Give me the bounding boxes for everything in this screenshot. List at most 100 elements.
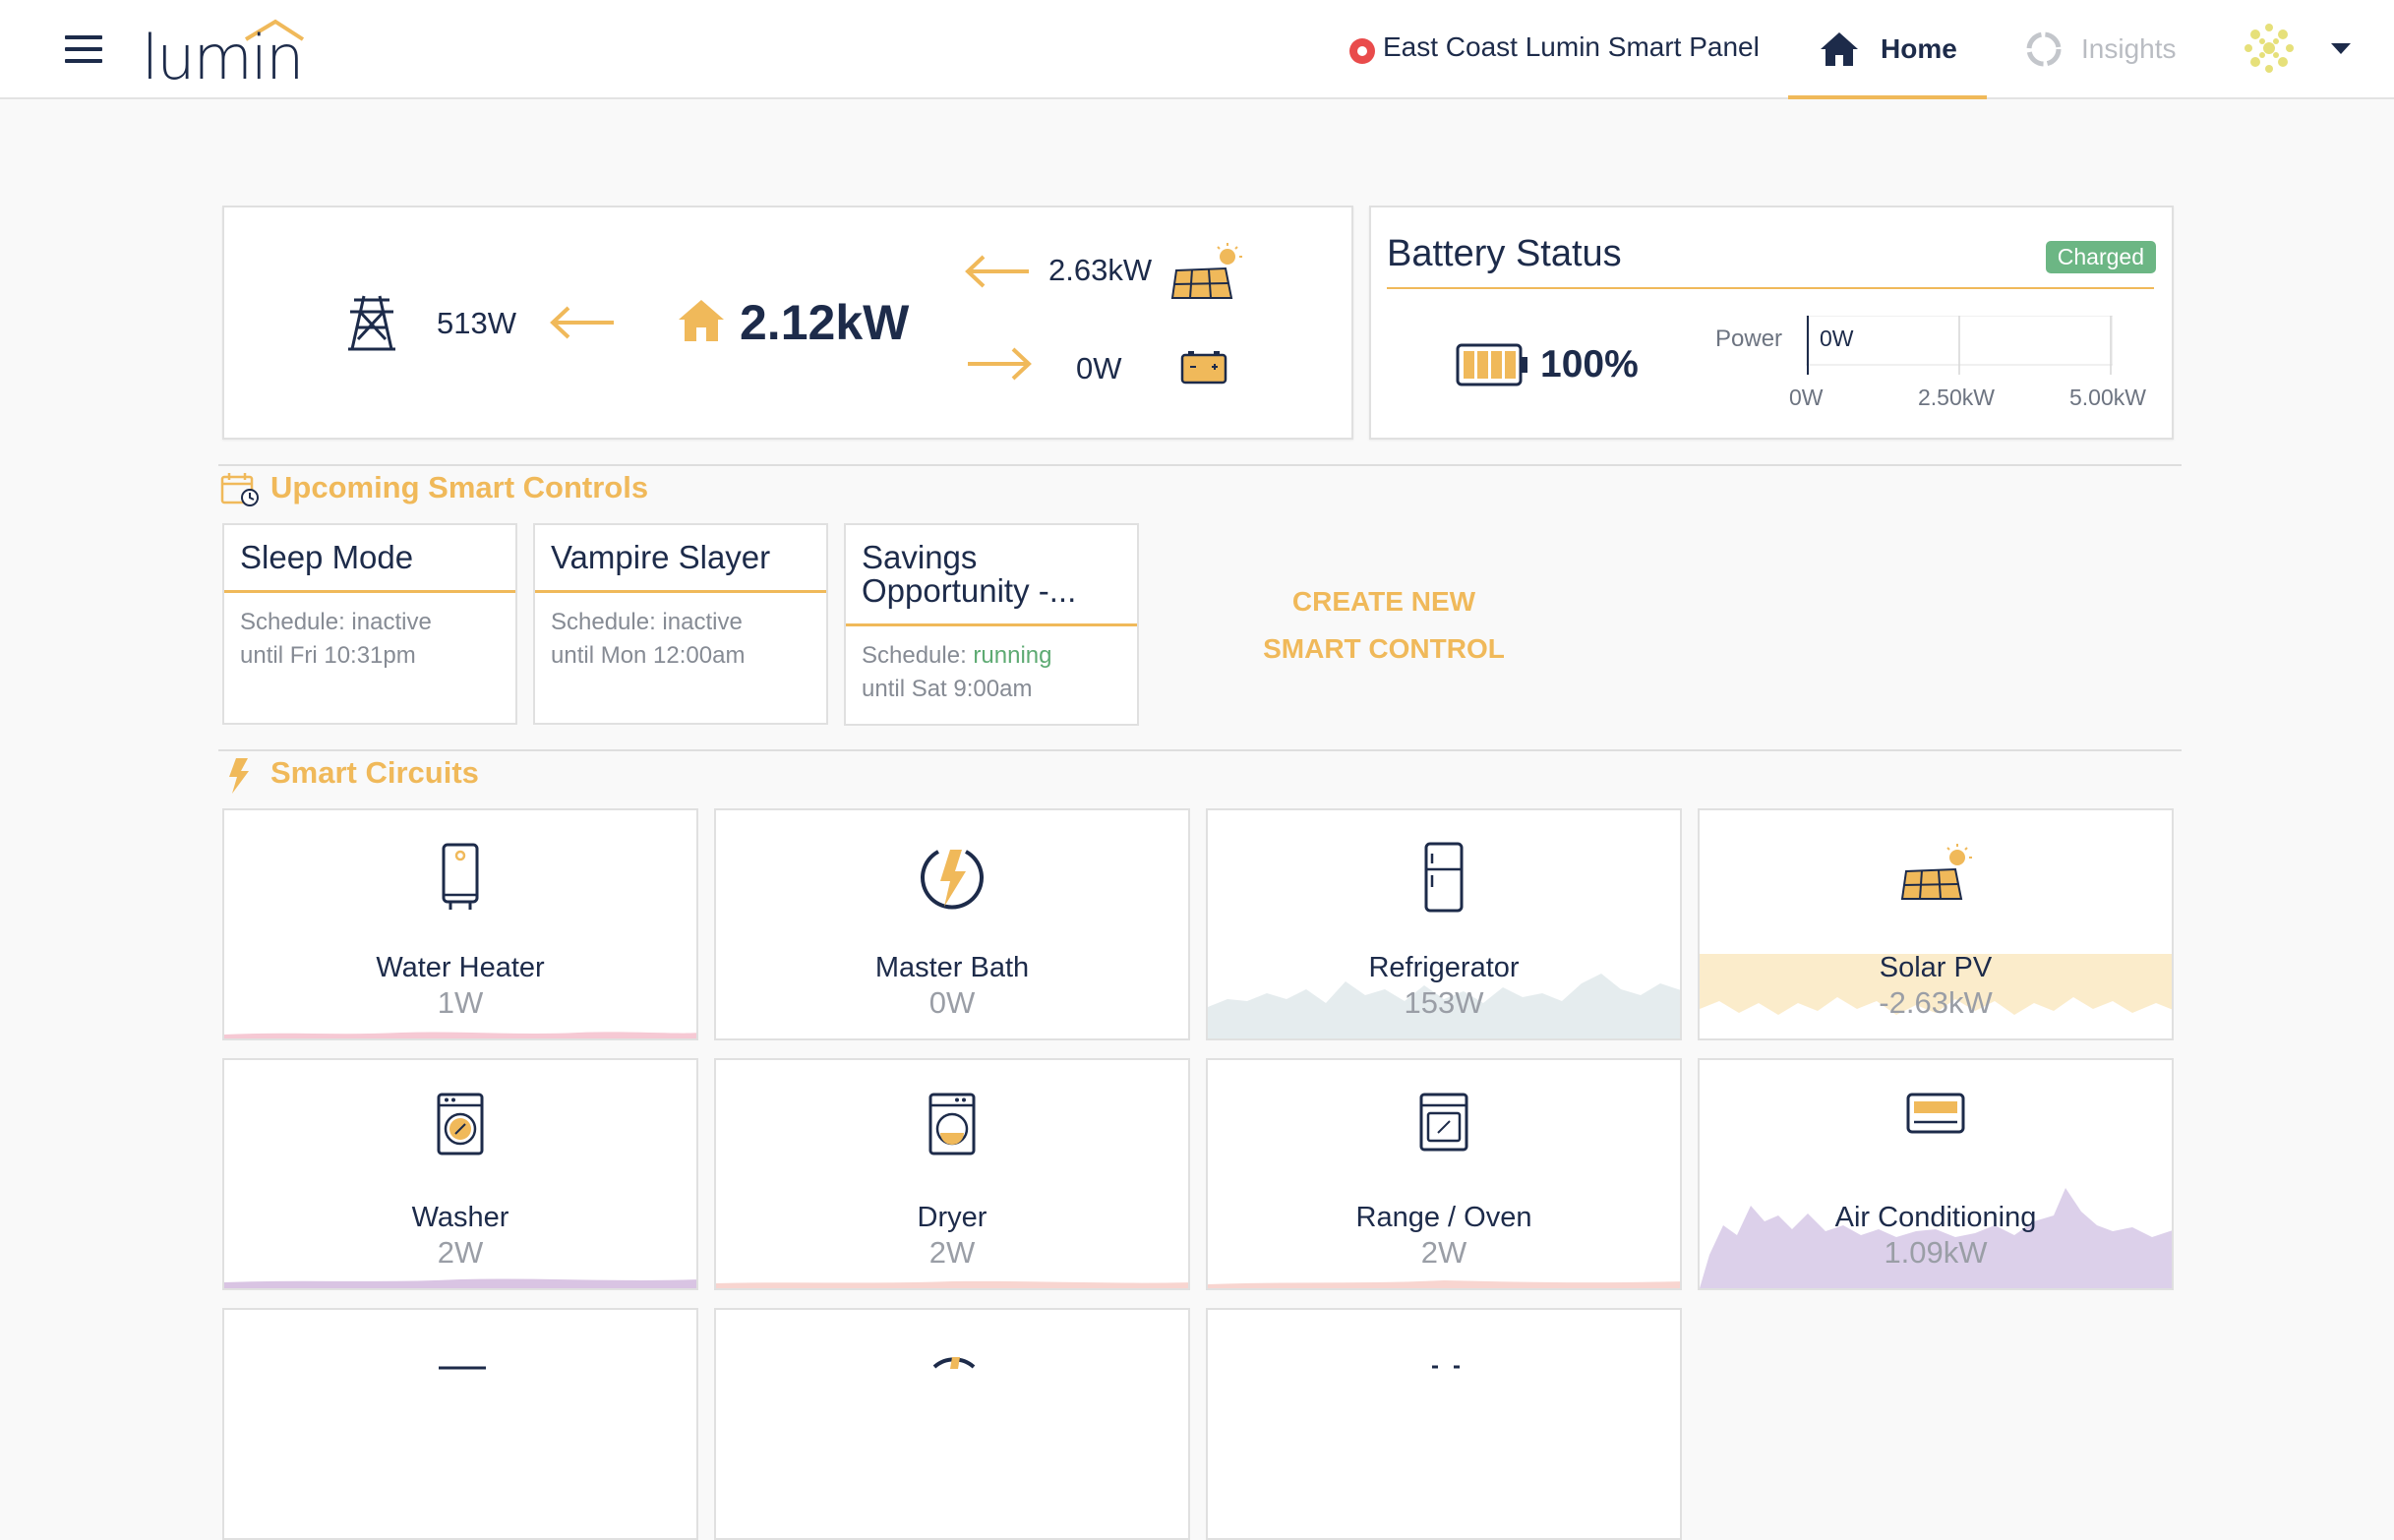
circuit-power: 2W xyxy=(1420,1235,1467,1270)
circuit-power: 1.09kW xyxy=(1884,1235,1988,1270)
power-value: 0W xyxy=(1820,326,1854,351)
battery-arrow-icon xyxy=(968,347,1032,381)
home-icon xyxy=(1821,32,1858,66)
axis-label-mid: 2.50kW xyxy=(1918,385,1995,410)
circuit-icon-partial xyxy=(439,1366,486,1370)
battery-icon xyxy=(1180,351,1227,385)
schedule-until: until Sat 9:00am xyxy=(862,676,1033,702)
solar-panel-icon xyxy=(1170,243,1242,299)
title-underline xyxy=(535,590,826,593)
schedule-status: inactive xyxy=(351,609,432,635)
nav-insights-tab[interactable]: Insights xyxy=(2020,0,2197,99)
circuit-name: Refrigerator xyxy=(1368,952,1520,983)
usage-sparkline xyxy=(1208,974,1680,1038)
circuit-power: 153W xyxy=(1404,985,1484,1020)
battery-power-value: 0W xyxy=(1076,351,1122,385)
circuit-power: 0W xyxy=(928,985,976,1020)
smart-control-card-sleep-mode[interactable]: Sleep Mode Schedule: inactive until Fri 1… xyxy=(222,523,517,725)
circuit-card-refrigerator[interactable]: Refrigerator 153W xyxy=(1206,808,1682,1040)
energy-flow-card: 513W 2.12kW 2.63kW 0W xyxy=(222,206,1353,440)
calendar-clock-icon xyxy=(220,473,259,506)
circuit-card-partial[interactable] xyxy=(222,1308,698,1540)
title-underline xyxy=(846,623,1137,626)
lumin-logo[interactable]: lumin xyxy=(142,18,309,93)
create-new-smart-control-button[interactable]: CREATE NEW SMART CONTROL xyxy=(1241,578,1526,673)
battery-percent: 100% xyxy=(1540,343,1639,385)
schedule-label: Schedule: xyxy=(551,609,656,635)
user-avatar-icon[interactable] xyxy=(2241,20,2298,77)
smart-control-schedule: Schedule: inactive until Fri 10:31pm xyxy=(240,606,432,673)
nav-insights-label: Insights xyxy=(2081,33,2177,64)
axis-label-min: 0W xyxy=(1789,385,1824,410)
smart-control-card-vampire-slayer[interactable]: Vampire Slayer Schedule: inactive until M… xyxy=(533,523,828,725)
circuit-card-master-bath[interactable]: Master Bath 0W xyxy=(714,808,1190,1040)
circuit-name: Washer xyxy=(411,1202,509,1233)
schedule-until: until Mon 12:00am xyxy=(551,642,746,669)
menu-icon[interactable] xyxy=(65,35,104,65)
home-power-value: 2.12kW xyxy=(740,295,910,350)
circuit-card-partial[interactable] xyxy=(714,1308,1190,1540)
dryer-icon xyxy=(928,1093,976,1155)
smart-control-title: Savings Opportunity -... xyxy=(862,539,1077,609)
battery-level-icon xyxy=(1456,343,1527,386)
air-conditioner-icon xyxy=(1906,1093,1965,1134)
circuit-name: Air Conditioning xyxy=(1834,1202,2037,1233)
logo-text: lumin xyxy=(142,22,304,93)
circuit-icon-partial xyxy=(1432,1365,1460,1369)
section-divider xyxy=(218,749,2182,751)
circuit-power: 2W xyxy=(928,1235,976,1270)
lightning-icon xyxy=(229,758,249,794)
circuit-card-air-conditioning[interactable]: Air Conditioning 1.09kW xyxy=(1698,1058,2174,1290)
schedule-status: running xyxy=(973,642,1052,669)
battery-status-title: Battery Status xyxy=(1387,233,1622,274)
home-load-icon xyxy=(679,300,724,341)
oven-icon xyxy=(1419,1093,1468,1152)
section-divider xyxy=(218,464,2182,466)
schedule-until: until Fri 10:31pm xyxy=(240,642,416,669)
usage-sparkline xyxy=(716,1280,1188,1288)
circuit-card-range-oven[interactable]: Range / Oven 2W xyxy=(1206,1058,1682,1290)
offline-status-icon xyxy=(1349,38,1375,64)
grid-power-value: 513W xyxy=(437,306,516,340)
schedule-status: inactive xyxy=(662,609,743,635)
nav-home-tab[interactable]: Home xyxy=(1788,0,1987,99)
account-dropdown-icon[interactable] xyxy=(2331,43,2351,54)
grid-tower-icon xyxy=(348,295,395,351)
washer-icon xyxy=(437,1093,484,1155)
circuit-power: 1W xyxy=(437,985,484,1020)
refrigerator-icon xyxy=(1424,842,1464,913)
top-bar: lumin East Coast Lumin Smart Panel Home … xyxy=(0,0,2394,99)
solar-panel-icon xyxy=(1900,844,1972,900)
solar-power-value: 2.63kW xyxy=(1048,253,1153,287)
schedule-label: Schedule: xyxy=(862,642,967,669)
nav-home-label: Home xyxy=(1881,33,1957,64)
solar-arrow-icon xyxy=(965,255,1029,288)
circuit-name: Range / Oven xyxy=(1355,1202,1532,1233)
circuit-name: Water Heater xyxy=(376,952,545,983)
circuit-card-partial[interactable] xyxy=(1206,1308,1682,1540)
usage-sparkline xyxy=(224,1032,696,1038)
smart-control-card-savings-opportunity[interactable]: Savings Opportunity -... Schedule: runni… xyxy=(844,523,1139,726)
circuit-power: -2.63kW xyxy=(1879,985,1993,1020)
upcoming-smart-controls-title: Upcoming Smart Controls xyxy=(270,470,649,504)
power-label: Power xyxy=(1715,326,1783,352)
circuit-power: 2W xyxy=(437,1235,484,1270)
smart-control-schedule: Schedule: running until Sat 9:00am xyxy=(862,639,1051,706)
circuit-card-washer[interactable]: Washer 2W xyxy=(222,1058,698,1290)
lightning-circle-icon xyxy=(921,850,984,910)
circuit-name: Dryer xyxy=(917,1202,988,1233)
panel-name[interactable]: East Coast Lumin Smart Panel xyxy=(1383,31,1760,63)
battery-status-card: Battery Status Charged 100% Power 0W 0W … xyxy=(1369,206,2174,440)
circuit-name: Solar PV xyxy=(1879,952,1993,983)
axis-label-max: 5.00kW xyxy=(2069,385,2146,410)
circuit-card-water-heater[interactable]: Water Heater 1W xyxy=(222,808,698,1040)
usage-sparkline xyxy=(1208,1280,1680,1288)
circuit-card-dryer[interactable]: Dryer 2W xyxy=(714,1058,1190,1290)
smart-control-schedule: Schedule: inactive until Mon 12:00am xyxy=(551,606,745,673)
insights-icon xyxy=(2026,31,2062,67)
circuit-name: Master Bath xyxy=(874,952,1030,983)
circuit-card-solar-pv[interactable]: Solar PV -2.63kW xyxy=(1698,808,2174,1040)
grid-arrow-icon xyxy=(550,306,614,339)
usage-sparkline xyxy=(224,1278,696,1288)
title-underline xyxy=(224,590,515,593)
